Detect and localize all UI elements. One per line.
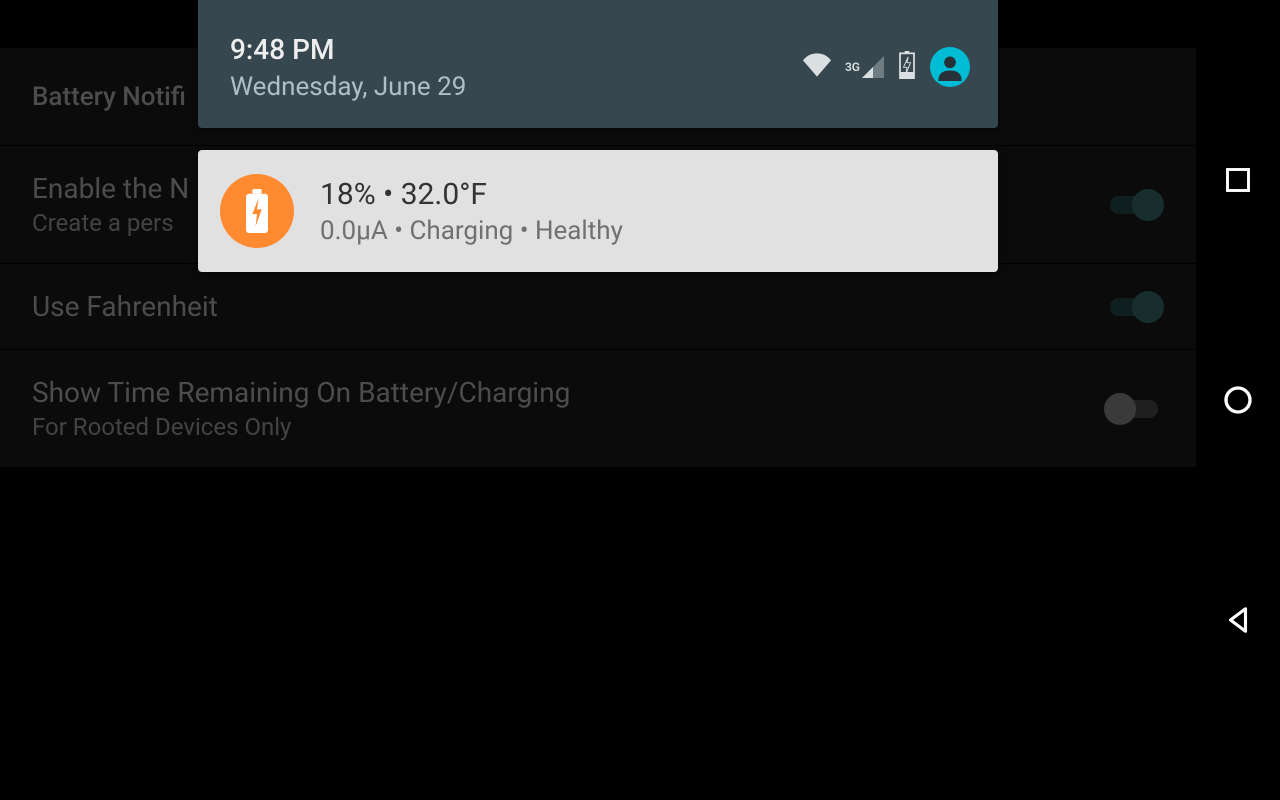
home-button[interactable] <box>1218 380 1258 420</box>
setting-row-fahrenheit[interactable]: Use Fahrenheit <box>0 264 1196 350</box>
status-icons: 3G <box>803 47 970 87</box>
setting-title: Use Fahrenheit <box>32 290 218 323</box>
toggle-thumb <box>1132 189 1164 221</box>
setting-title: Show Time Remaining On Battery/Charging <box>32 376 570 409</box>
toggle-time-remaining[interactable] <box>1104 397 1164 421</box>
back-button[interactable] <box>1218 600 1258 640</box>
setting-text: Enable the N Create a pers <box>32 172 189 237</box>
notification-title: 18% • 32.0°F <box>320 177 623 212</box>
user-avatar-icon[interactable] <box>930 47 970 87</box>
signal-type-label: 3G <box>845 60 860 74</box>
shade-date: Wednesday, June 29 <box>230 72 466 102</box>
shade-time-block: 9:48 PM Wednesday, June 29 <box>230 33 466 102</box>
setting-subtitle: Create a pers <box>32 209 189 237</box>
system-navbar <box>1196 0 1280 800</box>
notification-text: 18% • 32.0°F 0.0μA • Charging • Healthy <box>320 177 623 246</box>
setting-subtitle: For Rooted Devices Only <box>32 413 570 441</box>
battery-icon <box>220 174 294 248</box>
toggle-enable-notification[interactable] <box>1104 193 1164 217</box>
settings-header-title: Battery Notifi <box>32 82 186 112</box>
setting-row-time-remaining[interactable]: Show Time Remaining On Battery/Charging … <box>0 350 1196 468</box>
battery-charging-icon <box>898 51 916 83</box>
toggle-thumb <box>1104 393 1136 425</box>
setting-text: Use Fahrenheit <box>32 290 218 323</box>
wifi-icon <box>803 53 831 81</box>
setting-title: Enable the N <box>32 172 189 205</box>
cellular-icon: 3G <box>845 56 884 78</box>
toggle-thumb <box>1132 291 1164 323</box>
shade-time: 9:48 PM <box>230 33 466 66</box>
shade-header[interactable]: 9:48 PM Wednesday, June 29 3G <box>198 0 998 128</box>
toggle-fahrenheit[interactable] <box>1104 295 1164 319</box>
recent-apps-button[interactable] <box>1218 160 1258 200</box>
setting-text: Show Time Remaining On Battery/Charging … <box>32 376 570 441</box>
notification-subtitle: 0.0μA • Charging • Healthy <box>320 216 623 246</box>
notification-shade[interactable]: 9:48 PM Wednesday, June 29 3G <box>198 0 998 272</box>
battery-notification-card[interactable]: 18% • 32.0°F 0.0μA • Charging • Healthy <box>198 150 998 272</box>
